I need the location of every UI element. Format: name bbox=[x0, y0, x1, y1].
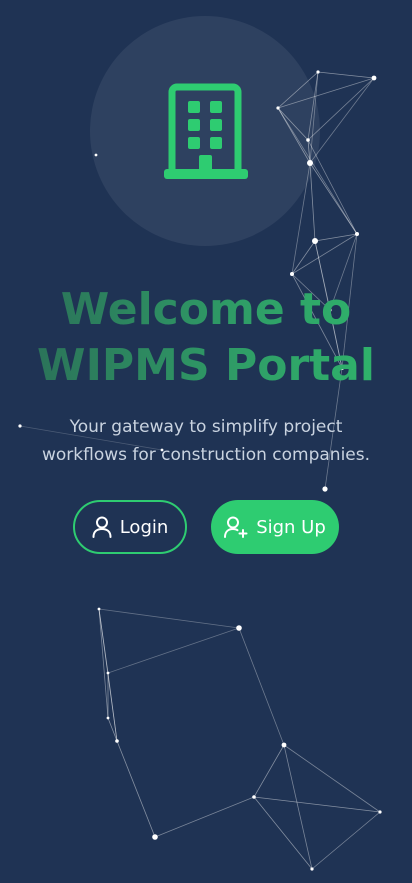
login-button[interactable]: Login bbox=[73, 500, 187, 554]
sign-up-button-label: Sign Up bbox=[256, 516, 326, 538]
login-button-label: Login bbox=[119, 516, 169, 538]
sign-up-button[interactable]: Sign Up bbox=[211, 500, 339, 554]
page-subtitle: Your gateway to simplify project workflo… bbox=[41, 417, 371, 465]
user-plus-icon bbox=[224, 516, 248, 538]
page-title: Welcome to WIPMS Portal bbox=[0, 282, 412, 394]
user-icon bbox=[92, 516, 112, 538]
building-icon bbox=[164, 83, 248, 179]
landing-page: Welcome to WIPMS Portal Your gateway to … bbox=[0, 0, 412, 883]
